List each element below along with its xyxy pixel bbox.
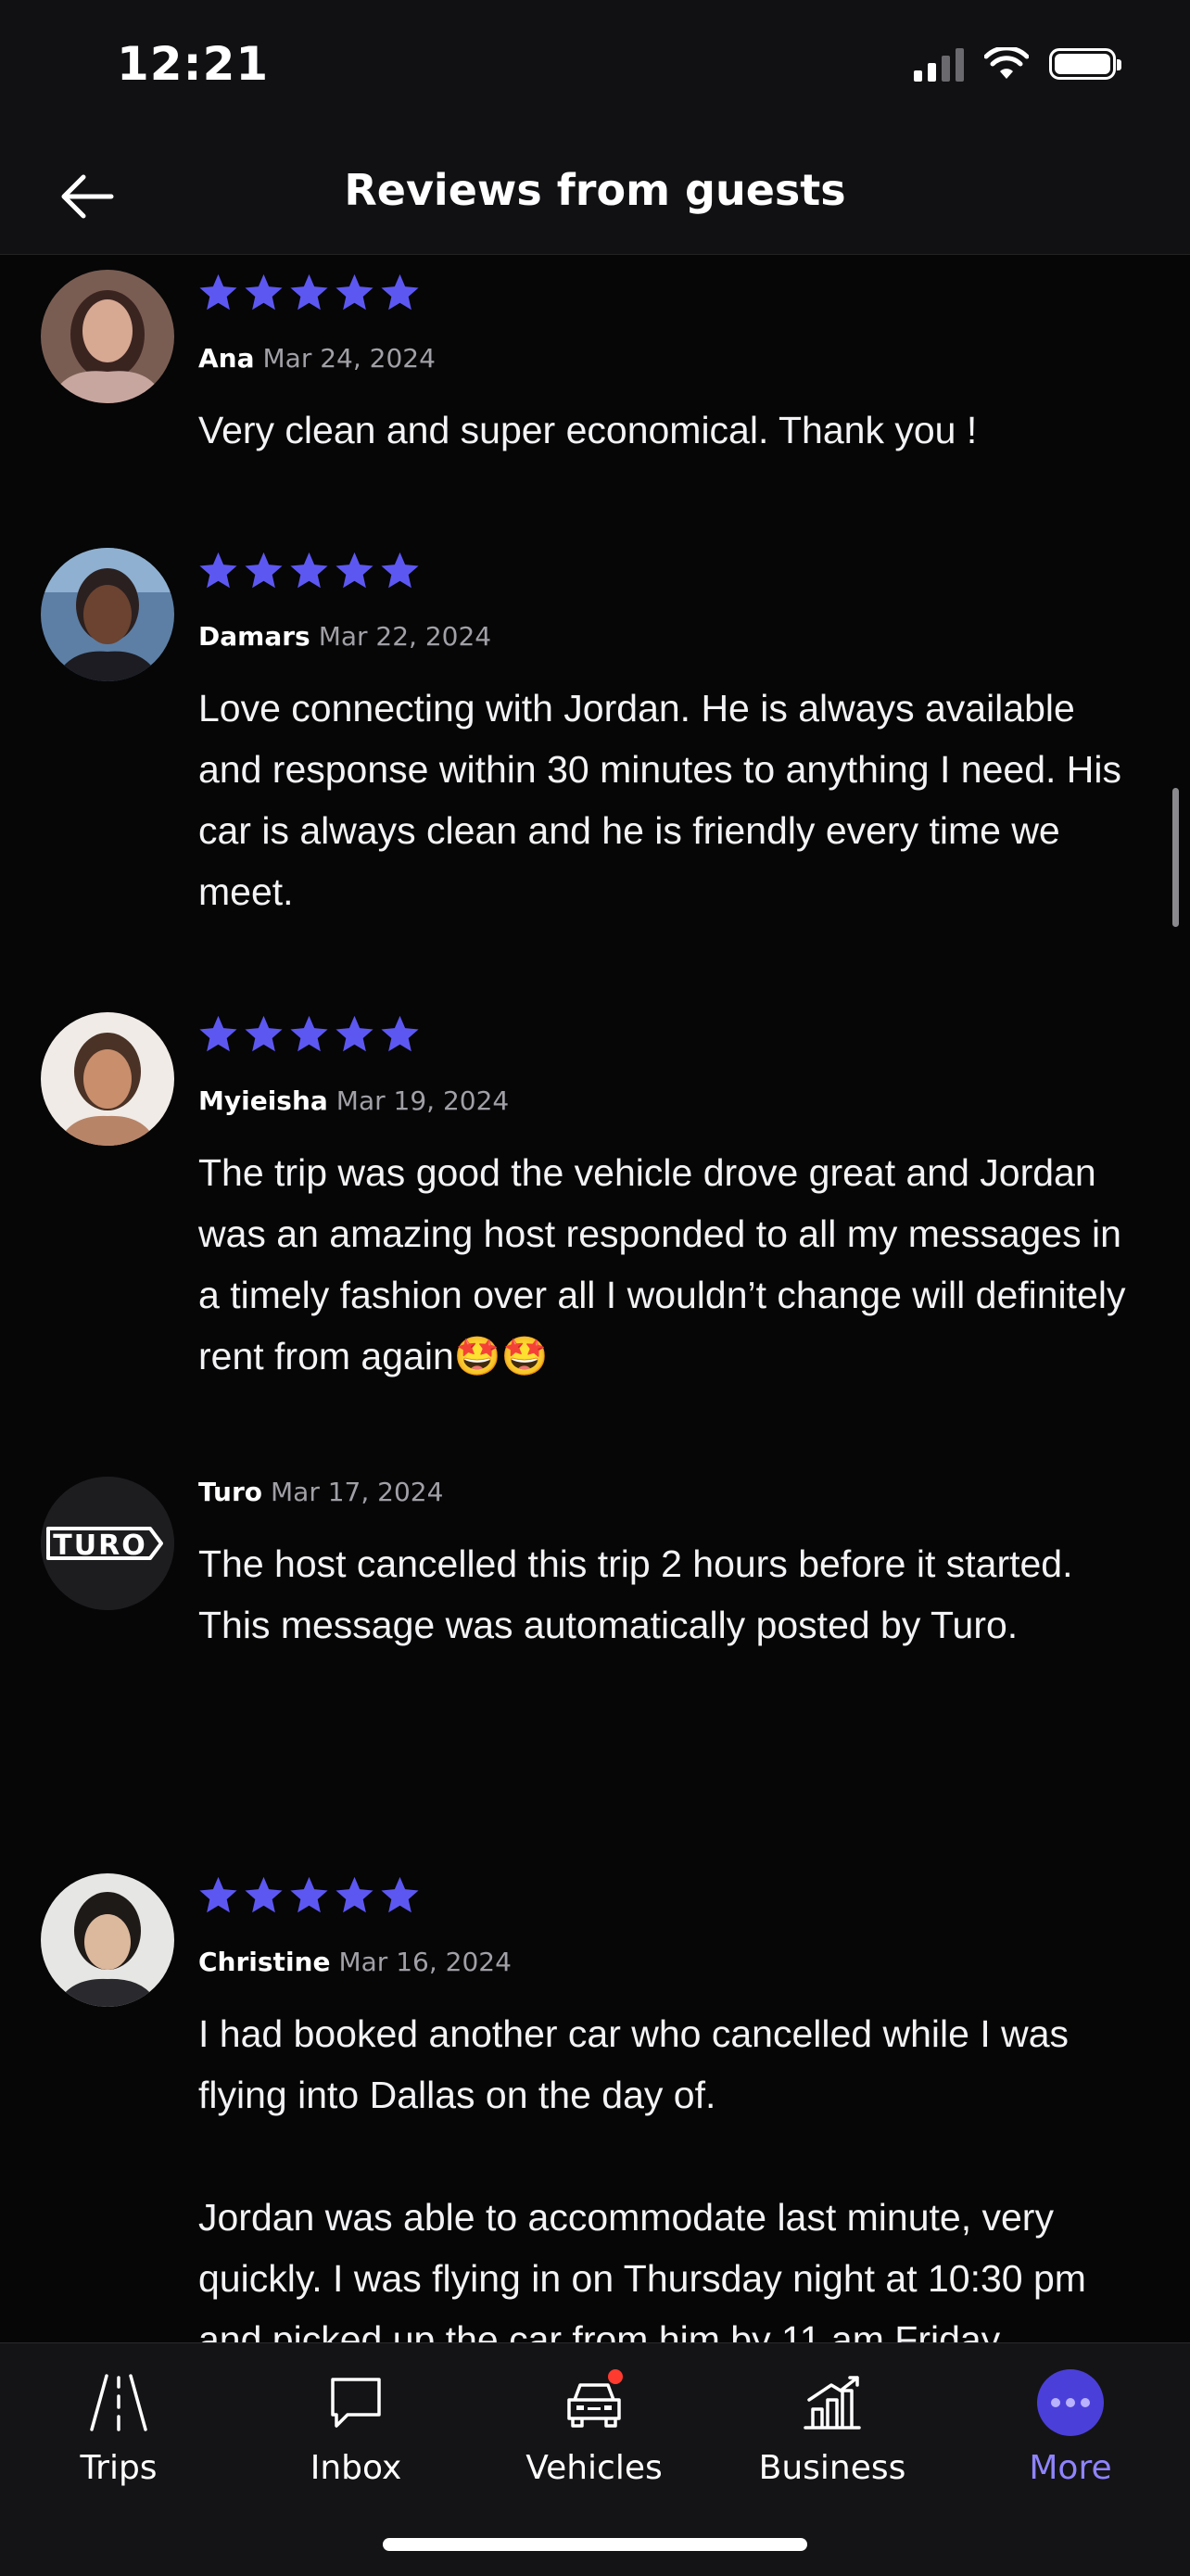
review-date: Mar 16, 2024 xyxy=(338,1947,512,1977)
star-icon xyxy=(335,273,373,311)
star-icon xyxy=(381,273,419,311)
review-text: The trip was good the vehicle drove grea… xyxy=(198,1142,1134,1387)
app-header: Reviews from guests xyxy=(0,137,1190,255)
star-icon xyxy=(290,1015,328,1052)
wifi-icon xyxy=(984,47,1029,79)
star-icon xyxy=(290,273,328,311)
reviewer-name: Christine xyxy=(198,1947,331,1977)
turo-logo-text: TURO xyxy=(53,1529,146,1562)
review-date: Mar 17, 2024 xyxy=(271,1477,444,1507)
star-icon xyxy=(199,1015,237,1052)
status-time: 12:21 xyxy=(117,37,270,91)
tab-label: More xyxy=(1029,2449,1112,2487)
review-date: Mar 19, 2024 xyxy=(335,1085,510,1116)
star-icon xyxy=(381,1876,419,1913)
review-text: The host cancelled this trip 2 hours bef… xyxy=(198,1533,1134,1656)
battery-icon xyxy=(1049,48,1121,80)
review-text: I had booked another car who cancelled w… xyxy=(198,2003,1134,2342)
star-icon xyxy=(381,1015,419,1052)
review-date: Mar 24, 2024 xyxy=(262,343,436,374)
tab-label: Inbox xyxy=(310,2449,402,2487)
review-item: Ana Mar 24, 2024 Very clean and super eco… xyxy=(0,255,1190,524)
review-date: Mar 22, 2024 xyxy=(318,621,492,652)
star-rating xyxy=(197,1874,421,1916)
review-meta: Damars Mar 22, 2024 xyxy=(198,621,491,652)
star-rating xyxy=(197,1013,421,1055)
star-icon xyxy=(335,1015,373,1052)
review-item: Damars Mar 22, 2024 Love connecting with … xyxy=(0,524,1190,987)
tab-vehicles[interactable]: Vehicles xyxy=(475,2343,713,2519)
avatar[interactable] xyxy=(41,1012,174,1146)
star-icon xyxy=(199,273,237,311)
star-icon xyxy=(245,1015,283,1052)
avatar[interactable] xyxy=(41,1873,174,2007)
star-icon xyxy=(290,552,328,589)
star-icon xyxy=(335,1876,373,1913)
review-text: Love connecting with Jordan. He is alway… xyxy=(198,678,1134,922)
star-icon xyxy=(245,273,283,311)
review-item: Christine Mar 16, 2024 I had booked anoth… xyxy=(0,1849,1190,2342)
review-list[interactable]: Ana Mar 24, 2024 Very clean and super eco… xyxy=(0,255,1190,2342)
review-text: Very clean and super economical. Thank y… xyxy=(198,400,1134,461)
review-meta: Ana Mar 24, 2024 xyxy=(198,343,436,374)
review-meta: Turo Mar 17, 2024 xyxy=(198,1477,443,1507)
star-rating xyxy=(197,550,421,591)
tab-more[interactable]: More xyxy=(952,2343,1189,2519)
star-icon xyxy=(290,1876,328,1913)
star-icon xyxy=(381,552,419,589)
star-icon xyxy=(199,552,237,589)
avatar[interactable] xyxy=(41,548,174,681)
review-paragraph: The trip was good the vehicle drove grea… xyxy=(198,1151,1126,1377)
car-icon xyxy=(552,2364,636,2442)
tab-business[interactable]: Business xyxy=(714,2343,951,2519)
turo-logo-avatar[interactable]: TURO xyxy=(41,1477,174,1610)
star-rating xyxy=(197,272,421,313)
review-paragraph: Love connecting with Jordan. He is alway… xyxy=(198,687,1121,913)
home-indicator[interactable] xyxy=(383,2538,807,2551)
review-paragraph: Very clean and super economical. Thank y… xyxy=(198,409,978,451)
tab-label: Business xyxy=(758,2449,906,2487)
review-paragraph: Jordan was able to accommodate last minu… xyxy=(198,2196,1086,2342)
review-item: Myieisha Mar 19, 2024 The trip was good t… xyxy=(0,987,1190,1446)
status-icons xyxy=(914,46,1121,82)
status-bar: 12:21 xyxy=(0,0,1190,137)
star-icon xyxy=(245,1876,283,1913)
bar-chart-icon xyxy=(791,2364,874,2442)
tab-label: Vehicles xyxy=(525,2449,663,2487)
review-paragraph: I had booked another car who cancelled w… xyxy=(198,2012,1070,2116)
tab-inbox[interactable]: Inbox xyxy=(237,2343,475,2519)
page-title: Reviews from guests xyxy=(344,165,846,215)
avatar[interactable] xyxy=(41,270,174,403)
tab-trips[interactable]: Trips xyxy=(0,2343,237,2519)
star-icon xyxy=(335,552,373,589)
tab-label: Trips xyxy=(80,2449,158,2487)
notification-badge xyxy=(608,2369,623,2384)
star-icon xyxy=(245,552,283,589)
chat-icon xyxy=(314,2364,398,2442)
star-icon xyxy=(199,1876,237,1913)
review-paragraph: The host cancelled this trip 2 hours bef… xyxy=(198,1542,1073,1646)
reviewer-name: Myieisha xyxy=(198,1085,328,1116)
reviewer-name: Turo xyxy=(198,1477,263,1507)
review-item: TURO Turo Mar 17, 2024 The host cancelled… xyxy=(0,1446,1190,1849)
more-dots-icon xyxy=(1029,2364,1112,2442)
road-icon xyxy=(77,2364,160,2442)
review-meta: Christine Mar 16, 2024 xyxy=(198,1947,512,1977)
reviewer-name: Ana xyxy=(198,343,255,374)
scroll-indicator[interactable] xyxy=(1172,788,1179,927)
review-meta: Myieisha Mar 19, 2024 xyxy=(198,1085,509,1116)
cellular-signal-icon xyxy=(914,46,964,82)
reviewer-name: Damars xyxy=(198,621,310,652)
